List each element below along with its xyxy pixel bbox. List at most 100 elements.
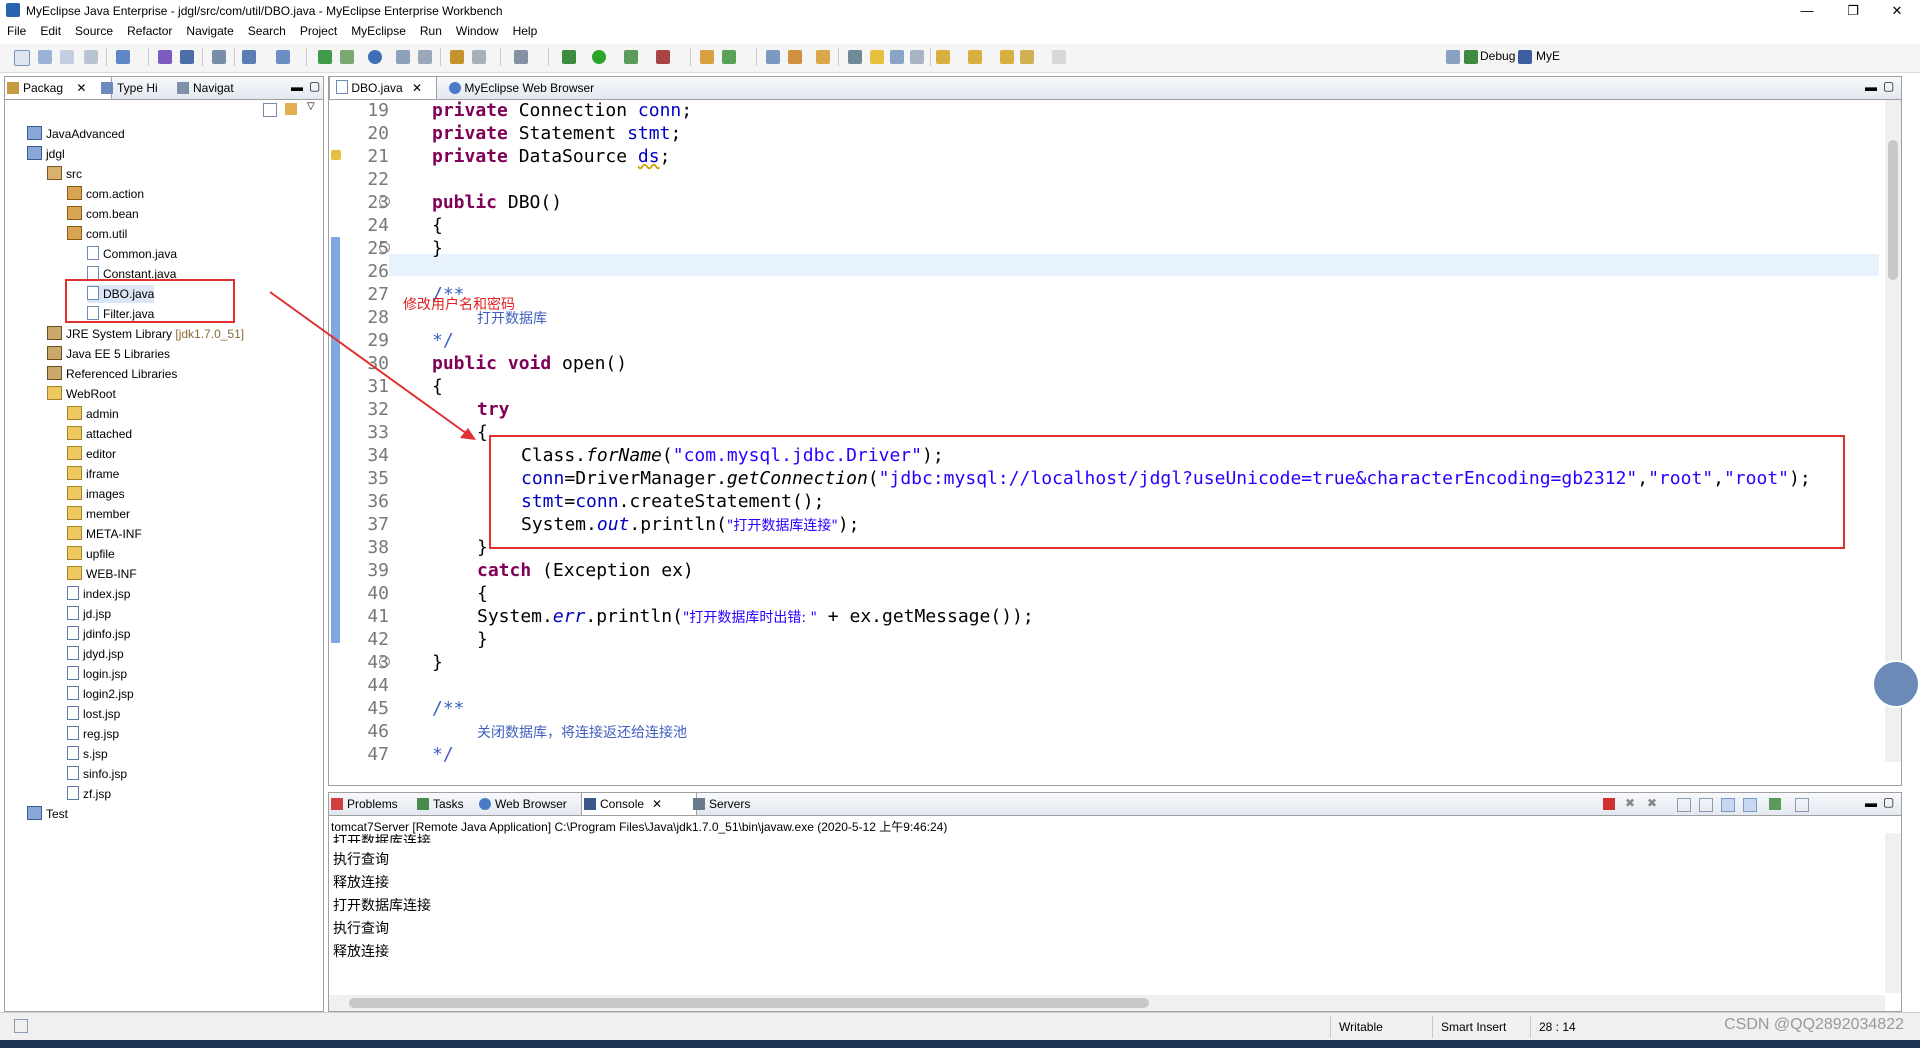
web-project-icon[interactable] bbox=[318, 50, 332, 64]
tree-item[interactable]: jdgl bbox=[27, 145, 65, 163]
tree-item[interactable]: JavaAdvanced bbox=[27, 125, 125, 143]
menu-source[interactable]: Source bbox=[68, 22, 120, 40]
prev-annotation-icon[interactable] bbox=[968, 50, 982, 64]
avatar[interactable] bbox=[1872, 660, 1920, 708]
tab-web-browser-view[interactable]: Web Browser bbox=[477, 793, 595, 815]
tree-item[interactable]: com.action bbox=[67, 185, 144, 203]
new-package-icon[interactable] bbox=[722, 50, 736, 64]
fold-toggle-icon[interactable] bbox=[379, 196, 390, 207]
tree-item[interactable]: jdyd.jsp bbox=[67, 645, 124, 663]
open-folder-icon[interactable] bbox=[816, 50, 830, 64]
external-tools-icon[interactable] bbox=[656, 50, 670, 64]
run-icon[interactable] bbox=[592, 50, 606, 64]
maximize-view-icon[interactable]: ▢ bbox=[1883, 795, 1894, 809]
image-icon[interactable] bbox=[450, 50, 464, 64]
new-wizard-icon[interactable] bbox=[116, 50, 130, 64]
annotation-icon[interactable] bbox=[848, 50, 862, 64]
debug-perspective-label[interactable]: Debug bbox=[1480, 49, 1515, 63]
menu-help[interactable]: Help bbox=[506, 22, 545, 40]
close-button[interactable]: ✕ bbox=[1874, 0, 1920, 22]
tree-item[interactable]: jd.jsp bbox=[67, 605, 111, 623]
menu-myeclipse[interactable]: MyEclipse bbox=[344, 22, 413, 40]
tree-item[interactable]: Referenced Libraries bbox=[47, 365, 177, 383]
tab-servers[interactable]: Servers bbox=[691, 793, 785, 815]
toggle-block-icon[interactable] bbox=[890, 50, 904, 64]
print-icon[interactable] bbox=[84, 50, 98, 64]
tree-item[interactable]: src bbox=[47, 165, 82, 183]
maximize-button[interactable]: ❐ bbox=[1830, 0, 1876, 22]
console-horizontal-scrollbar[interactable] bbox=[329, 995, 1885, 1011]
forward-icon[interactable] bbox=[1052, 50, 1066, 64]
globe-icon[interactable] bbox=[368, 50, 382, 64]
close-icon[interactable]: ✕ bbox=[412, 81, 422, 95]
open-perspective-icon[interactable] bbox=[1446, 50, 1460, 64]
menu-refactor[interactable]: Refactor bbox=[120, 22, 179, 40]
console-vertical-scrollbar[interactable] bbox=[1885, 833, 1901, 993]
server-icon[interactable] bbox=[242, 50, 256, 64]
paste-icon[interactable] bbox=[418, 50, 432, 64]
maximize-view-icon[interactable]: ▢ bbox=[1883, 79, 1894, 93]
save-all-icon[interactable] bbox=[60, 50, 74, 64]
collapse-all-icon[interactable] bbox=[263, 103, 277, 117]
view-menu-icon[interactable]: ▽ bbox=[307, 101, 315, 112]
link-with-editor-icon[interactable] bbox=[285, 103, 297, 115]
run-config-icon[interactable] bbox=[624, 50, 638, 64]
copy-icon[interactable] bbox=[396, 50, 410, 64]
browser-icon[interactable] bbox=[276, 50, 290, 64]
new-icon[interactable] bbox=[14, 50, 30, 66]
pen-icon[interactable] bbox=[788, 50, 802, 64]
scroll-lock-icon[interactable] bbox=[1699, 798, 1713, 812]
search-icon[interactable] bbox=[766, 50, 780, 64]
tree-item[interactable]: upfile bbox=[67, 545, 115, 563]
open-type-icon[interactable] bbox=[158, 50, 172, 64]
tree-item[interactable]: WebRoot bbox=[47, 385, 116, 403]
remove-all-icon[interactable]: ✖ bbox=[1647, 796, 1657, 810]
tree-item[interactable]: Java EE 5 Libraries bbox=[47, 345, 170, 363]
minimize-view-icon[interactable]: ▬ bbox=[291, 80, 303, 94]
menu-run[interactable]: Run bbox=[413, 22, 449, 40]
tree-item[interactable]: attached bbox=[67, 425, 132, 443]
scroll-thumb[interactable] bbox=[1888, 140, 1898, 280]
tree-item[interactable]: iframe bbox=[67, 465, 119, 483]
fold-toggle-icon[interactable] bbox=[379, 656, 390, 667]
new-class-icon[interactable] bbox=[700, 50, 714, 64]
tab-console[interactable]: Console ✕ bbox=[581, 793, 697, 815]
terminate-icon[interactable] bbox=[1603, 798, 1615, 810]
tree-item[interactable]: reg.jsp bbox=[67, 725, 119, 743]
tree-item[interactable]: JRE System Library [jdk1.7.0_51] bbox=[47, 325, 244, 343]
tree-item[interactable]: com.bean bbox=[67, 205, 139, 223]
tab-type-hierarchy[interactable]: Type Hi bbox=[99, 77, 187, 99]
code-view[interactable]: 19 20 21 22 23 24 25 26 27 28 29 30 31 3… bbox=[329, 100, 1901, 762]
tab-package-explorer[interactable]: Packag ✕ bbox=[5, 77, 112, 99]
camera-icon[interactable] bbox=[514, 50, 528, 64]
minimize-view-icon[interactable]: ▬ bbox=[1865, 796, 1877, 810]
minimize-view-icon[interactable]: ▬ bbox=[1865, 80, 1877, 94]
clear-console-icon[interactable] bbox=[1677, 798, 1691, 812]
tree-item[interactable]: META-INF bbox=[67, 525, 142, 543]
tree-item[interactable]: index.jsp bbox=[67, 585, 130, 603]
tree-item[interactable]: member bbox=[67, 505, 130, 523]
tab-navigator[interactable]: Navigat bbox=[175, 77, 273, 99]
tab-dbo-java[interactable]: DBO.java ✕ bbox=[329, 77, 437, 99]
tree-item[interactable]: images bbox=[67, 485, 125, 503]
deploy-icon[interactable] bbox=[212, 50, 226, 64]
tree-item[interactable]: login2.jsp bbox=[67, 685, 134, 703]
display-console-icon[interactable] bbox=[1769, 798, 1781, 810]
menu-navigate[interactable]: Navigate bbox=[179, 22, 240, 40]
tree-item[interactable]: jdinfo.jsp bbox=[67, 625, 130, 643]
open-resource-icon[interactable] bbox=[180, 50, 194, 64]
show-console-icon[interactable] bbox=[1721, 798, 1735, 812]
back-icon[interactable] bbox=[1000, 50, 1014, 64]
tab-web-browser[interactable]: MyEclipse Web Browser bbox=[449, 77, 639, 99]
jsp-icon[interactable] bbox=[340, 50, 354, 64]
tree-item[interactable]: zf.jsp bbox=[67, 785, 111, 803]
tree-item[interactable]: login.jsp bbox=[67, 665, 127, 683]
tree-item[interactable]: lost.jsp bbox=[67, 705, 120, 723]
menu-window[interactable]: Window bbox=[449, 22, 506, 40]
debug-icon[interactable] bbox=[562, 50, 576, 64]
fold-toggle-icon[interactable] bbox=[379, 242, 390, 253]
tree-item[interactable]: com.util bbox=[67, 225, 127, 243]
tree-item[interactable]: sinfo.jsp bbox=[67, 765, 127, 783]
maximize-view-icon[interactable]: ▢ bbox=[309, 79, 320, 93]
myeclipse-perspective-label[interactable]: MyE bbox=[1536, 49, 1560, 63]
